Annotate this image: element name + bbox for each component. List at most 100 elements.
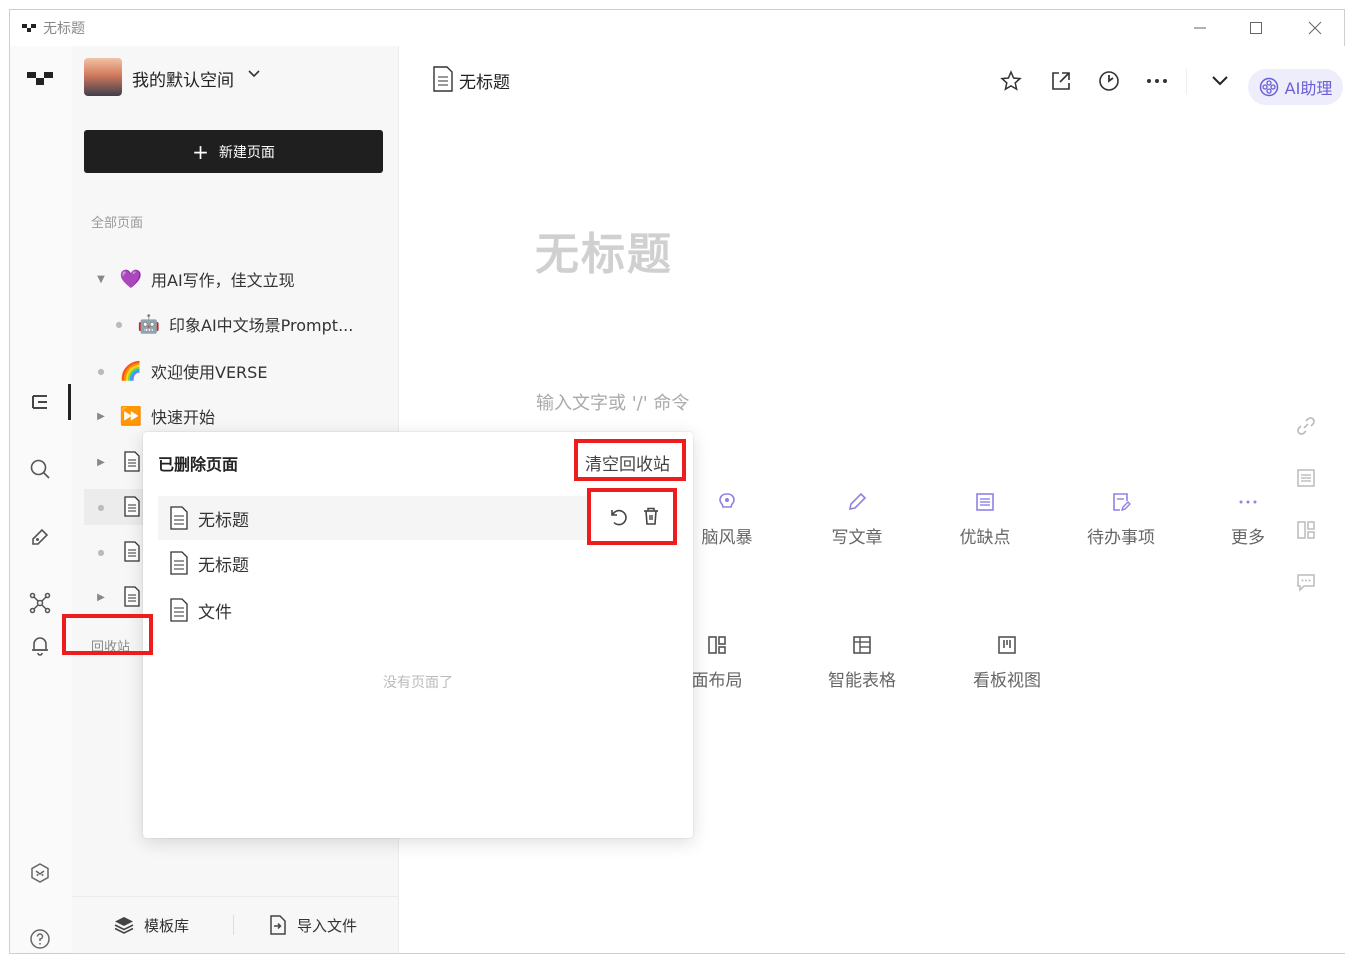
- comments-button[interactable]: [1294, 570, 1318, 594]
- chevron-down-icon[interactable]: [248, 70, 260, 78]
- outline-list-icon: [1297, 469, 1315, 487]
- bullet-dot-icon: ●: [115, 319, 123, 329]
- sidebar-footer: 模板库 导入文件: [72, 896, 398, 953]
- pages-tree-button[interactable]: [27, 389, 53, 415]
- maximize-button[interactable]: [1236, 16, 1276, 40]
- body-placeholder[interactable]: 输入文字或 '/' 命令: [536, 389, 689, 415]
- help-button[interactable]: [27, 926, 53, 952]
- deleted-page-row[interactable]: 文件: [158, 588, 592, 632]
- restore-undo-icon[interactable]: [607, 506, 627, 526]
- expanded-triangle-icon[interactable]: ▼: [96, 274, 106, 285]
- ai-flower-icon: [1259, 77, 1278, 97]
- notifications-button[interactable]: [27, 632, 53, 658]
- help-icon: [30, 929, 50, 949]
- expand-button[interactable]: [1207, 68, 1233, 94]
- deleted-page-row[interactable]: 无标题: [158, 541, 592, 585]
- page-emoji-icon: ⏩: [119, 405, 143, 427]
- action-pros-cons[interactable]: 优缺点: [935, 491, 1035, 548]
- action-label: 面布局: [691, 671, 743, 691]
- bullet-dot-icon: ●: [97, 547, 105, 557]
- ellipsis-icon: [1239, 500, 1257, 504]
- action-more[interactable]: 更多: [1198, 491, 1298, 548]
- bullet-dot-icon: ●: [97, 502, 105, 512]
- page-emoji-icon: 🌈: [119, 360, 143, 382]
- page-emoji-icon: 🤖: [137, 313, 161, 335]
- document-icon: [124, 496, 140, 517]
- home-logo-button[interactable]: [27, 66, 53, 92]
- layout-grid-icon: [708, 636, 726, 654]
- favorite-button[interactable]: [998, 68, 1024, 94]
- list-box-icon: [976, 493, 994, 511]
- tree-list-icon: [32, 395, 47, 409]
- tree-item[interactable]: ● 🤖 印象AI中文场景Prompt...: [72, 306, 398, 342]
- document-icon: [124, 586, 140, 607]
- share-button[interactable]: [1048, 68, 1074, 94]
- templates-button[interactable]: 模板库: [114, 897, 189, 953]
- title-bar: 无标题: [10, 10, 1344, 46]
- document-icon: [124, 451, 140, 472]
- workspace-name[interactable]: 我的默认空间: [132, 66, 234, 91]
- trash-delete-icon[interactable]: [641, 506, 661, 526]
- search-icon: [30, 459, 50, 479]
- document-icon: [433, 66, 453, 92]
- collapsed-triangle-icon[interactable]: ▶: [96, 592, 106, 603]
- active-indicator: [68, 384, 71, 420]
- workspace-avatar[interactable]: [84, 58, 122, 96]
- deleted-page-title: 无标题: [198, 510, 249, 531]
- new-page-button[interactable]: + 新建页面: [84, 130, 383, 173]
- history-button[interactable]: [1096, 68, 1122, 94]
- graph-button[interactable]: [27, 590, 53, 616]
- comment-icon: [1297, 574, 1315, 592]
- trash-popup: 已删除页面 清空回收站 无标题 无标题 文件 没有页面了: [143, 432, 693, 838]
- action-todo[interactable]: 待办事项: [1071, 491, 1171, 548]
- tree-item[interactable]: ● 🌈 欢迎使用VERSE: [72, 353, 398, 389]
- plugin-button[interactable]: [27, 860, 53, 886]
- chevron-down-icon: [1212, 76, 1228, 86]
- ai-assistant-label: AI助理: [1284, 79, 1333, 98]
- empty-trash-button[interactable]: 清空回收站: [585, 450, 670, 475]
- action-kanban[interactable]: 看板视图: [957, 634, 1057, 691]
- layout-panel-button[interactable]: [1294, 518, 1318, 542]
- more-button[interactable]: [1144, 68, 1170, 94]
- todo-edit-icon: [1113, 493, 1131, 512]
- deleted-page-row[interactable]: 无标题: [158, 496, 588, 540]
- brain-icon: [719, 493, 735, 508]
- window-title: 无标题: [43, 21, 85, 37]
- deleted-page-title: 文件: [198, 602, 232, 623]
- collapsed-triangle-icon[interactable]: ▶: [96, 411, 106, 422]
- trash-link[interactable]: 回收站: [91, 636, 130, 655]
- tree-item-label: 用AI写作，佳文立现: [151, 271, 295, 290]
- star-icon: [1000, 70, 1022, 91]
- document-icon: [170, 506, 188, 530]
- import-label: 导入文件: [297, 916, 358, 935]
- ai-tool-button[interactable]: [27, 524, 53, 550]
- tree-item-label: 欢迎使用VERSE: [151, 363, 268, 382]
- tree-item[interactable]: ▼ 💜 用AI写作，佳文立现: [72, 261, 398, 297]
- pen-icon: [32, 528, 49, 545]
- graph-nodes-icon: [29, 592, 51, 614]
- minimize-button[interactable]: [1180, 16, 1220, 40]
- action-smart-table[interactable]: 智能表格: [812, 634, 912, 691]
- bullet-dot-icon: ●: [97, 366, 105, 376]
- row-actions: [590, 490, 678, 542]
- outline-button[interactable]: [1294, 466, 1318, 490]
- document-icon: [170, 551, 188, 575]
- deleted-page-title: 无标题: [198, 555, 249, 576]
- action-write-article[interactable]: 写文章: [807, 491, 907, 548]
- ai-assistant-button[interactable]: AI助理: [1248, 69, 1343, 105]
- import-button[interactable]: 导入文件: [269, 897, 357, 953]
- clock-icon: [1099, 71, 1119, 91]
- collapsed-triangle-icon[interactable]: ▶: [96, 457, 106, 468]
- pencil-icon: [848, 492, 867, 511]
- page-title: 无标题: [459, 73, 510, 93]
- footer-divider: [233, 915, 234, 935]
- share-external-icon: [1052, 72, 1070, 90]
- close-button[interactable]: [1295, 16, 1335, 40]
- tree-item[interactable]: ▶ ⏩ 快速开始: [72, 398, 398, 434]
- link-button[interactable]: [1294, 414, 1318, 438]
- title-placeholder[interactable]: 无标题: [535, 218, 673, 282]
- search-button[interactable]: [27, 456, 53, 482]
- toolbar-divider: [1186, 68, 1187, 94]
- page-emoji-icon: 💜: [119, 268, 143, 290]
- close-icon: [1308, 21, 1322, 35]
